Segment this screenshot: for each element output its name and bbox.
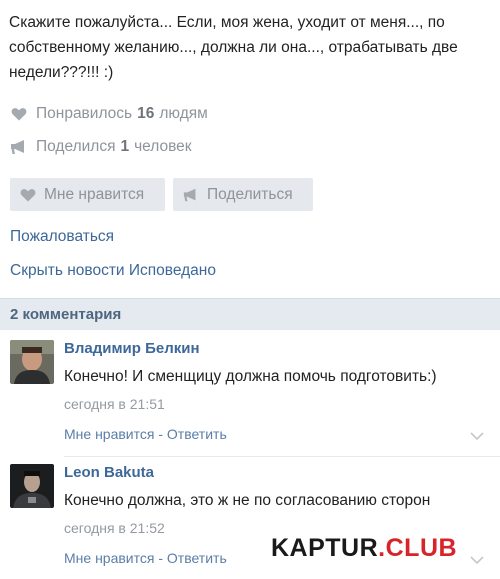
share-button-label: Поделиться [207, 185, 293, 203]
avatar[interactable] [10, 340, 54, 384]
comment-actions[interactable]: Мне нравится - Ответить [64, 550, 227, 566]
comment-divider [64, 456, 500, 457]
heart-icon [10, 106, 28, 122]
megaphone-icon [183, 187, 199, 203]
comment-actions[interactable]: Мне нравится - Ответить [64, 426, 227, 442]
comment-text: Конечно! И сменщицу должна помочь подгот… [64, 368, 437, 385]
shares-suffix: человек [134, 138, 192, 155]
likes-stat[interactable]: Понравилось 16 людям [10, 103, 208, 125]
comments-header: 2 комментария [0, 298, 500, 330]
comment-author[interactable]: Leon Bakuta [64, 464, 154, 481]
avatar[interactable] [10, 464, 54, 508]
shares-stat[interactable]: Поделился 1 человек [10, 136, 192, 158]
watermark-part2: .CLUB [378, 534, 458, 562]
likes-count: 16 [137, 105, 155, 122]
watermark-part1: KAPTUR [271, 534, 379, 562]
hide-news-link[interactable]: Скрыть новости Исповедано [10, 262, 216, 280]
post-text: Скажите пожалуйста... Если, моя жена, ух… [9, 14, 458, 81]
heart-icon [20, 187, 36, 203]
likes-suffix: людям [159, 105, 208, 122]
report-link[interactable]: Пожаловаться [10, 228, 114, 246]
comment-author[interactable]: Владимир Белкин [64, 340, 200, 357]
chevron-down-icon[interactable] [470, 431, 484, 441]
likes-prefix: Понравилось [36, 105, 133, 122]
like-button[interactable]: Мне нравится [10, 178, 165, 211]
watermark-logo: KAPTUR .CLUB [271, 534, 457, 568]
comment-time[interactable]: сегодня в 21:52 [64, 520, 165, 536]
chevron-down-icon[interactable] [470, 555, 484, 565]
like-button-label: Мне нравится [44, 185, 145, 203]
shares-count: 1 [120, 138, 130, 155]
share-button[interactable]: Поделиться [173, 178, 313, 211]
megaphone-icon [10, 139, 28, 155]
comments-count: 2 комментария [10, 306, 122, 323]
shares-prefix: Поделился [36, 138, 116, 155]
comment-time[interactable]: сегодня в 21:51 [64, 396, 165, 412]
comment-text: Конечно должна, это ж не по согласованию… [64, 492, 431, 509]
